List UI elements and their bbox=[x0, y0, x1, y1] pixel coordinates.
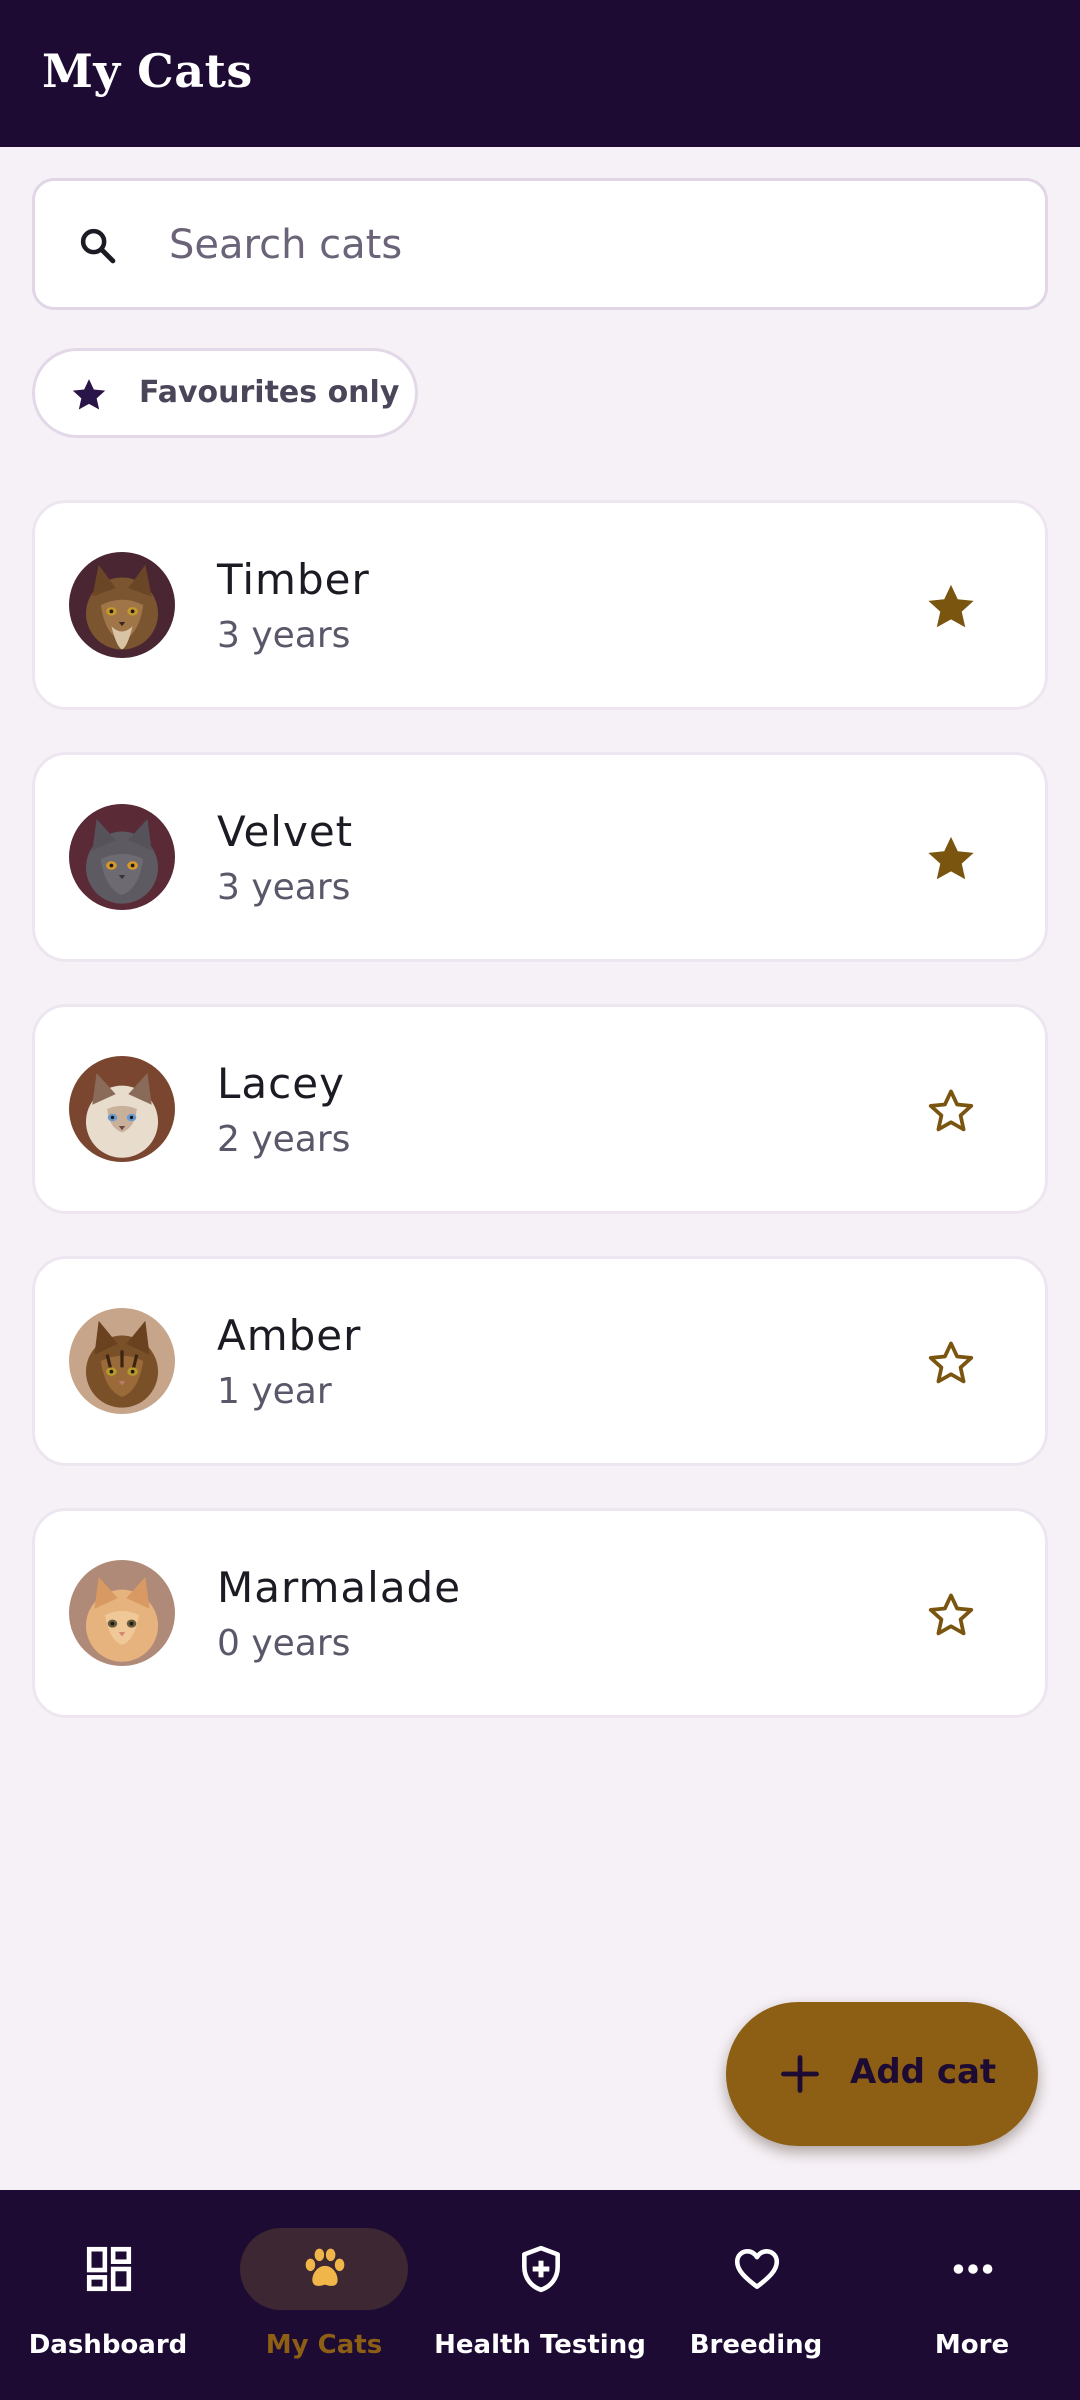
paw-icon bbox=[305, 2248, 345, 2286]
nav-label: My Cats bbox=[265, 2330, 383, 2360]
cat-photo bbox=[69, 1560, 175, 1666]
cat-age: 3 years bbox=[217, 615, 351, 656]
cat-avatar-lacey bbox=[69, 1056, 175, 1162]
cat-card-lacey[interactable]: Lacey 2 years bbox=[32, 1004, 1048, 1214]
cat-avatar-velvet bbox=[69, 804, 175, 910]
cat-name: Velvet bbox=[217, 807, 354, 856]
nav-label: Dashboard bbox=[28, 2330, 188, 2360]
more-horizontal-icon bbox=[953, 2264, 993, 2274]
plus-icon bbox=[781, 2055, 819, 2093]
cat-avatar-marmalade bbox=[69, 1560, 175, 1666]
nav-item-health-testing[interactable]: Health Testing bbox=[432, 2190, 648, 2400]
app-root: My Cats Favourites only bbox=[0, 0, 1080, 2400]
cat-avatar-timber bbox=[69, 552, 175, 658]
cat-age: 2 years bbox=[217, 1119, 351, 1160]
favourites-filter-chip[interactable]: Favourites only bbox=[32, 348, 418, 438]
favourite-star-filled-icon[interactable] bbox=[923, 831, 979, 887]
favourite-star-outline-icon[interactable] bbox=[923, 1083, 979, 1139]
favourite-star-outline-icon[interactable] bbox=[923, 1335, 979, 1391]
heart-icon bbox=[734, 2249, 780, 2289]
favourite-star-outline-icon[interactable] bbox=[923, 1587, 979, 1643]
nav-item-more[interactable]: More bbox=[864, 2190, 1080, 2400]
search-input[interactable] bbox=[169, 209, 1009, 281]
cat-name: Lacey bbox=[217, 1059, 345, 1108]
page-title: My Cats bbox=[42, 44, 253, 98]
cat-name: Timber bbox=[217, 555, 370, 604]
favourite-star-filled-icon[interactable] bbox=[923, 579, 979, 635]
cat-name: Amber bbox=[217, 1311, 362, 1360]
add-cat-label: Add cat bbox=[850, 2052, 997, 2092]
search-bar[interactable] bbox=[32, 178, 1048, 310]
cat-photo bbox=[69, 552, 175, 658]
nav-item-my-cats[interactable]: My Cats bbox=[216, 2190, 432, 2400]
nav-label: Health Testing bbox=[434, 2330, 646, 2360]
shield-plus-icon bbox=[522, 2245, 560, 2293]
nav-item-breeding[interactable]: Breeding bbox=[648, 2190, 864, 2400]
nav-label: Breeding bbox=[689, 2330, 823, 2360]
cat-card-timber[interactable]: Timber 3 years bbox=[32, 500, 1048, 710]
dashboard-icon bbox=[86, 2246, 132, 2292]
nav-item-dashboard[interactable]: Dashboard bbox=[0, 2190, 216, 2400]
cat-card-velvet[interactable]: Velvet 3 years bbox=[32, 752, 1048, 962]
favourites-filter-label: Favourites only bbox=[139, 375, 400, 410]
add-cat-button[interactable]: Add cat bbox=[726, 2002, 1038, 2146]
cat-photo bbox=[69, 804, 175, 910]
search-icon bbox=[80, 228, 116, 264]
bottom-navigation: Dashboard My Cats Health Testing Breedin… bbox=[0, 2190, 1080, 2400]
cat-photo bbox=[69, 1056, 175, 1162]
cat-photo bbox=[69, 1308, 175, 1414]
cat-name: Marmalade bbox=[217, 1563, 462, 1612]
cat-avatar-amber bbox=[69, 1308, 175, 1414]
star-filled-icon bbox=[72, 379, 106, 410]
nav-label: More bbox=[934, 2330, 1010, 2360]
app-bar: My Cats bbox=[0, 0, 1080, 147]
cat-age: 1 year bbox=[217, 1371, 332, 1412]
cat-age: 3 years bbox=[217, 867, 351, 908]
cat-card-amber[interactable]: Amber 1 year bbox=[32, 1256, 1048, 1466]
cat-card-marmalade[interactable]: Marmalade 0 years bbox=[32, 1508, 1048, 1718]
cat-age: 0 years bbox=[217, 1623, 351, 1664]
